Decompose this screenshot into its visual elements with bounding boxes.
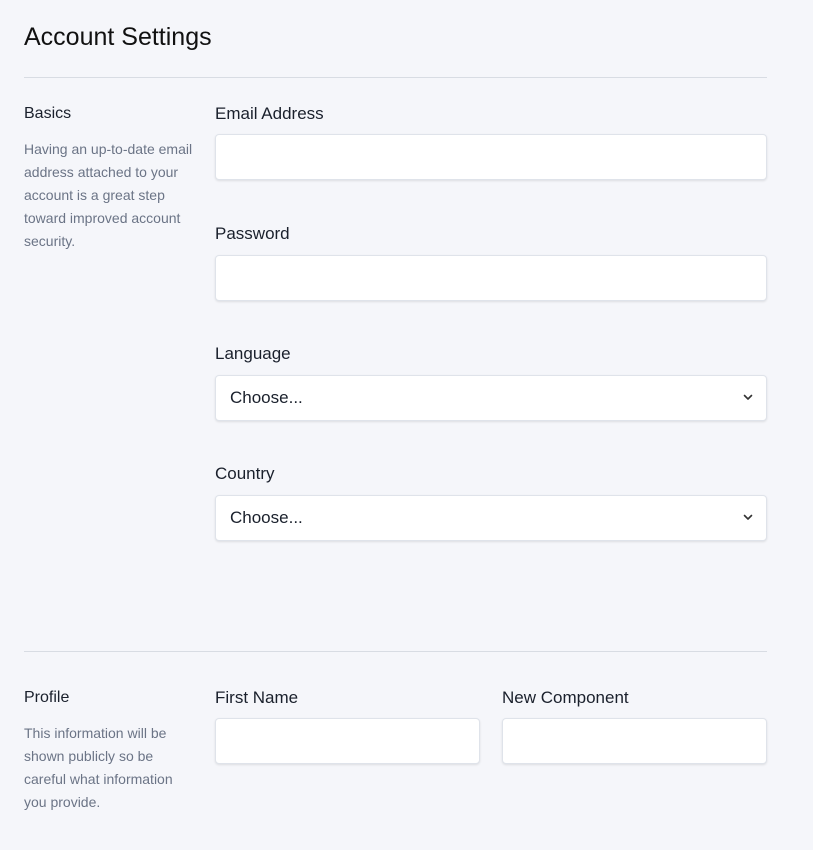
password-label: Password bbox=[215, 224, 290, 243]
country-select-value: Choose... bbox=[230, 508, 303, 527]
section-description-profile: This information will be shown publicly … bbox=[24, 725, 173, 810]
account-settings-page: Account Settings Basics Having an up-to-… bbox=[0, 0, 813, 850]
first-name-input[interactable] bbox=[215, 718, 480, 764]
section-title-profile: Profile bbox=[24, 689, 70, 706]
email-address-input[interactable] bbox=[215, 134, 767, 180]
language-select-value: Choose... bbox=[230, 388, 303, 407]
section-description-basics: Having an up-to-date email address attac… bbox=[24, 141, 193, 249]
section-title-basics: Basics bbox=[24, 105, 72, 122]
page-title: Account Settings bbox=[24, 23, 212, 51]
new-component-input[interactable] bbox=[502, 718, 767, 764]
chevron-down-icon bbox=[743, 394, 753, 400]
language-label: Language bbox=[215, 344, 291, 363]
email-address-label: Email Address bbox=[215, 104, 324, 123]
new-component-label: New Component bbox=[502, 688, 629, 707]
password-input[interactable] bbox=[215, 255, 767, 301]
country-label: Country bbox=[215, 464, 275, 483]
section-divider bbox=[24, 651, 767, 652]
language-select[interactable]: Choose... bbox=[215, 375, 767, 421]
country-select[interactable]: Choose... bbox=[215, 495, 767, 541]
chevron-down-icon bbox=[743, 514, 753, 520]
top-divider bbox=[24, 77, 767, 78]
first-name-label: First Name bbox=[215, 688, 299, 707]
